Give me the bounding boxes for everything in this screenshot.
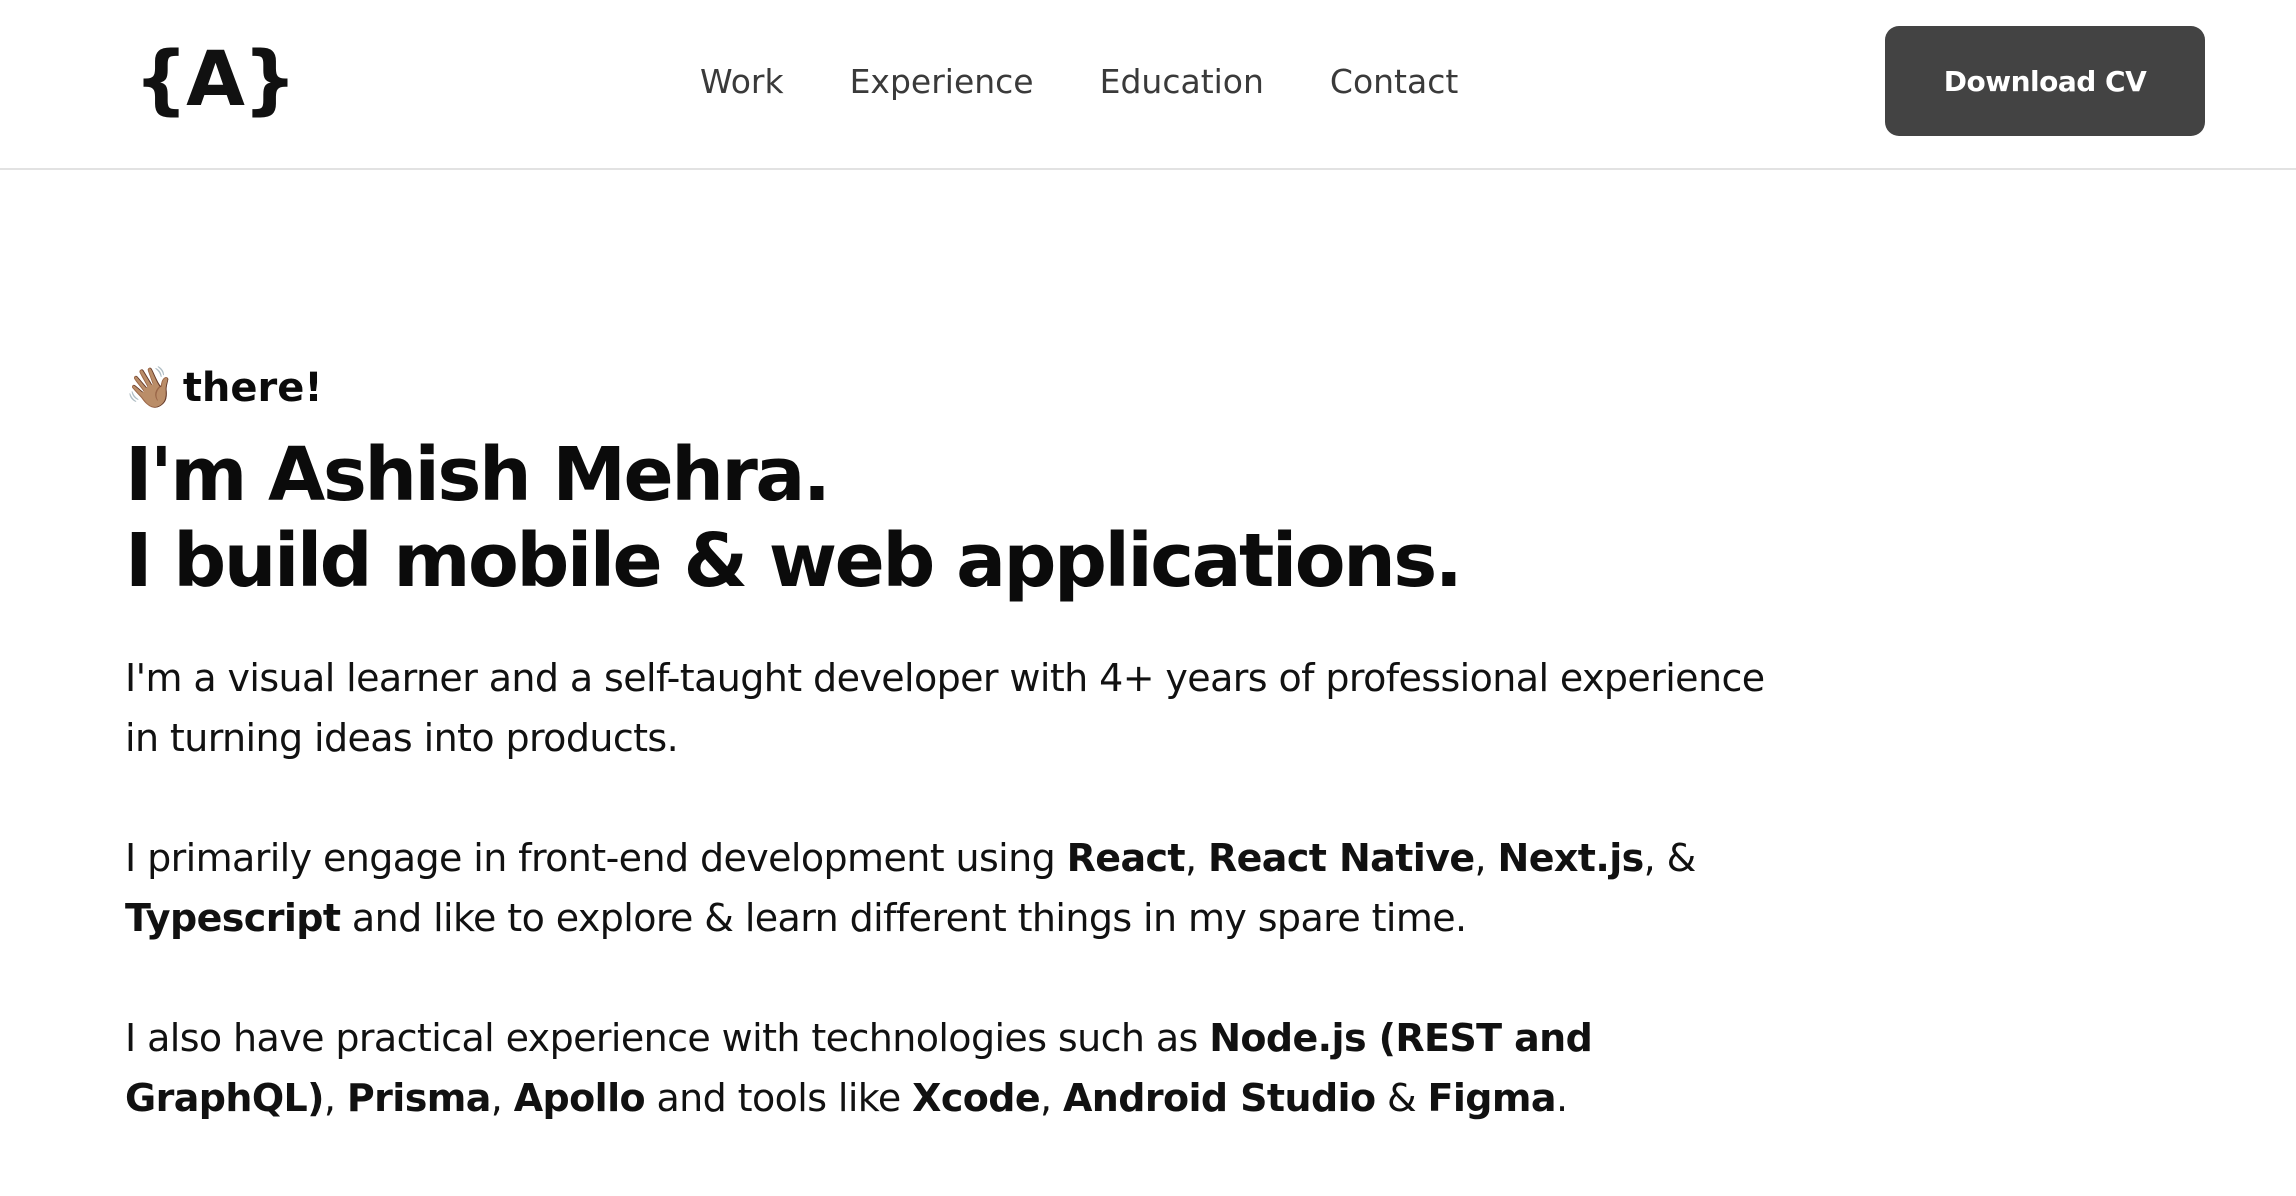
tool-figma: Figma [1427, 1076, 1557, 1120]
nav-link-contact[interactable]: Contact [1330, 62, 1458, 101]
tool-xcode: Xcode [912, 1076, 1041, 1120]
greeting-text: there! [182, 365, 323, 411]
greeting: 👋🏽 there! [125, 358, 1765, 418]
separator: , [1040, 1076, 1063, 1120]
separator: , & [1643, 836, 1697, 880]
main-nav: Work Experience Education Contact [700, 56, 1458, 106]
hero-headline: I'm Ashish Mehra. I build mobile & web a… [125, 432, 1765, 604]
frontend-text: I primarily engage in front-end developm… [125, 836, 1067, 880]
hero-section: 👋🏽 there! I'm Ashish Mehra. I build mobi… [125, 358, 1765, 1128]
skill-typescript: Typescript [125, 896, 341, 940]
nav-link-work[interactable]: Work [700, 62, 784, 101]
site-logo[interactable]: {A} [134, 34, 297, 124]
skill-react: React [1066, 836, 1186, 880]
tool-android-studio: Android Studio [1063, 1076, 1376, 1120]
nav-link-experience[interactable]: Experience [850, 62, 1034, 101]
separator: , [490, 1076, 514, 1120]
frontend-text-end: and like to explore & learn different th… [340, 896, 1467, 940]
backend-text: I also have practical experience with te… [125, 1016, 1210, 1060]
skill-react-native: React Native [1207, 836, 1475, 880]
intro-paragraph: I'm a visual learner and a self-taught d… [125, 656, 1765, 760]
separator: , [1474, 836, 1498, 880]
tools-text: and tools like [645, 1076, 913, 1120]
separator: & [1375, 1076, 1428, 1120]
headline-tagline: I build mobile & web applications. [125, 518, 1463, 604]
headline-name: I'm Ashish Mehra. [125, 432, 831, 518]
separator: , [1185, 836, 1208, 880]
site-header: {A} Work Experience Education Contact Do… [0, 0, 2296, 170]
skill-apollo: Apollo [513, 1076, 646, 1120]
download-cv-button[interactable]: Download CV [1885, 26, 2205, 136]
waving-hand-icon: 👋🏽 [125, 365, 175, 411]
backend-paragraph: I also have practical experience with te… [125, 1008, 1765, 1128]
skill-prisma: Prisma [346, 1076, 491, 1120]
nav-link-education[interactable]: Education [1100, 62, 1264, 101]
frontend-paragraph: I primarily engage in front-end developm… [125, 828, 1765, 948]
skill-nextjs: Next.js [1497, 836, 1645, 880]
separator: , [323, 1076, 347, 1120]
separator: . [1555, 1076, 1568, 1120]
